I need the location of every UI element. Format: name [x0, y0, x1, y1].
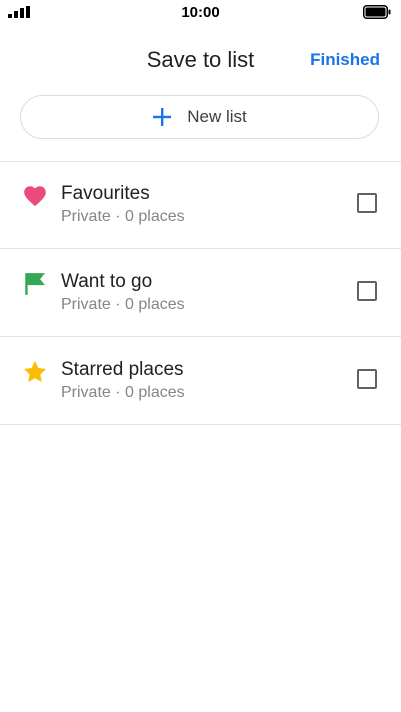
list-item-starred-places[interactable]: Starred places Private · 0 places [0, 337, 401, 425]
battery-full-icon [363, 5, 391, 19]
heart-icon [24, 186, 46, 207]
want-to-go-checkbox[interactable] [357, 281, 377, 301]
star-icon [23, 360, 47, 382]
list-name: Want to go [61, 271, 153, 292]
finished-button[interactable]: Finished [310, 50, 380, 70]
list-meta: Private · 0 places [61, 208, 185, 225]
plus-icon [153, 108, 172, 126]
list-meta: Private · 0 places [61, 384, 185, 401]
status-time: 10:00 [181, 4, 220, 21]
starred-places-checkbox[interactable] [357, 369, 377, 389]
list-item-want-to-go[interactable]: Want to go Private · 0 places [0, 249, 401, 337]
flag-icon [25, 273, 45, 295]
header: Save to list Finished [0, 40, 401, 80]
list-meta: Private · 0 places [61, 296, 185, 313]
saved-lists: Favourites Private · 0 places Want to go… [0, 161, 401, 425]
list-item-favourites[interactable]: Favourites Private · 0 places [0, 161, 401, 249]
status-bar: 10:00 [0, 0, 401, 26]
favourites-checkbox[interactable] [357, 193, 377, 213]
list-name: Starred places [61, 359, 184, 380]
new-list-label: New list [187, 107, 247, 126]
new-list-button[interactable]: New list [20, 95, 379, 139]
list-name: Favourites [61, 183, 150, 204]
